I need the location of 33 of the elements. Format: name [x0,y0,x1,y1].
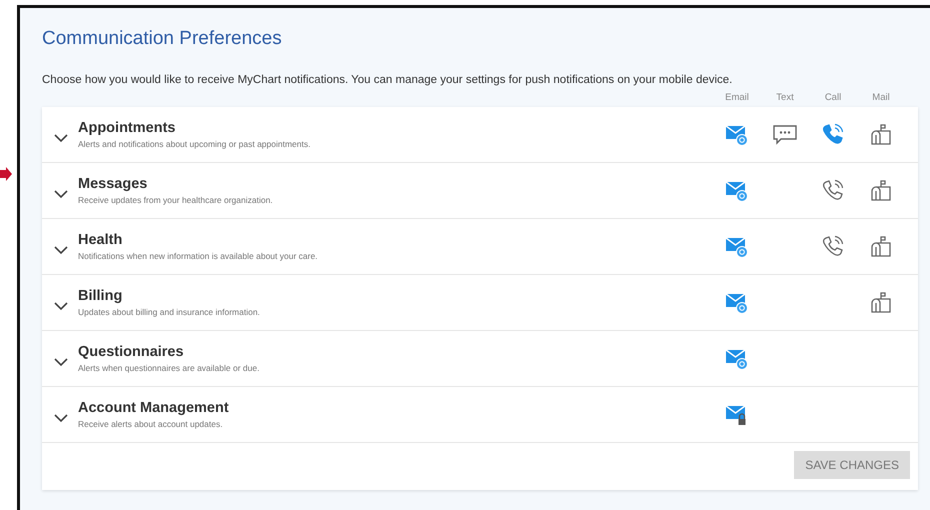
chat-bubble-icon[interactable] [772,122,798,146]
category-title: Questionnaires [78,344,185,360]
mailbox-icon[interactable] [869,178,893,202]
chevron-icon[interactable] [54,412,68,422]
category-title: Account Management [78,400,230,416]
arrow-icon [0,167,12,181]
mailbox-icon[interactable] [869,234,893,258]
phone-icon[interactable] [821,122,845,146]
category-title: Health [78,232,124,248]
column-header: Mail [871,92,891,103]
category-description: Alerts when questionnaires are available or due. [78,363,260,373]
chevron-icon[interactable] [54,244,68,254]
chevron-icon[interactable] [54,188,68,198]
chevron-icon[interactable] [54,132,68,142]
category-title: Billing [78,288,124,304]
chevron-icon[interactable] [54,300,68,310]
category-description: Receive updates from your healthcare organization. [78,195,274,205]
column-header: Text [775,92,795,103]
category-title: Messages [78,176,148,192]
category-description: Alerts and notifications about upcoming or past appointments. [78,139,312,149]
mailbox-icon[interactable] [869,290,893,314]
column-header: Call [824,92,842,103]
chevron-icon[interactable] [54,356,68,366]
category-title: Appointments [78,120,176,136]
phone-icon[interactable] [821,234,845,258]
mailbox-icon[interactable] [869,122,893,146]
category-description: Updates about billing and insurance information. [78,307,261,317]
page-title: Communication Preferences [42,28,283,50]
phone-icon[interactable] [821,178,845,202]
category-description: Receive alerts about account updates. [78,419,224,429]
intro-text: Choose how you would like to receive MyChart notifications. You can manage your settings for push notifications on your mobile device. [42,74,734,86]
category-description: Notifications when new information is available about your care. [78,251,319,261]
column-header: Email [724,92,750,103]
